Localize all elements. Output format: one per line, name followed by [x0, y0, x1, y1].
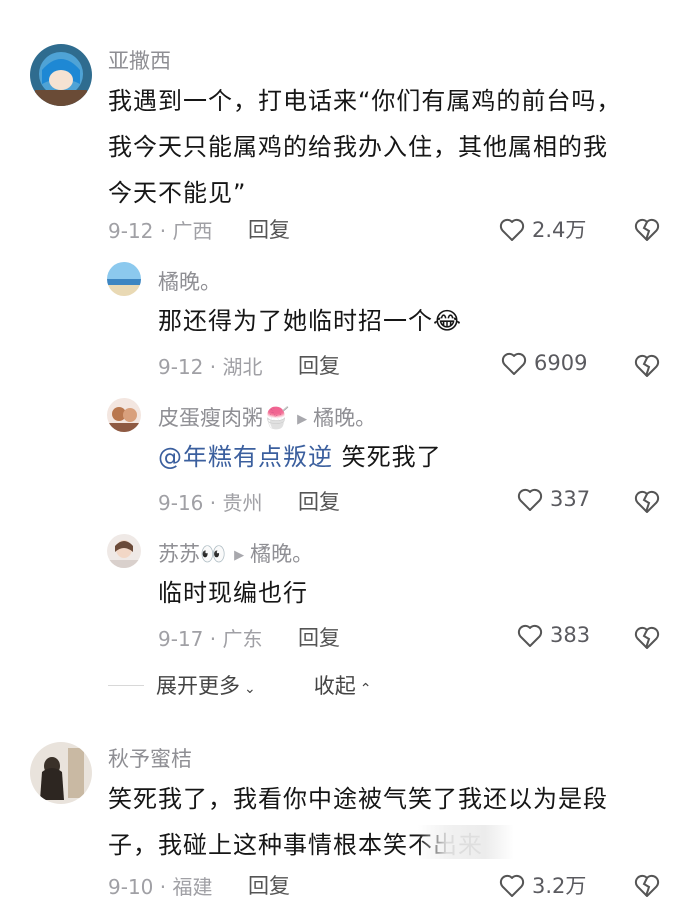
comment-text: 笑死我了，我看你中途被气笑了我还以为是段 子，我碰上这种事情根本笑不出来: [108, 776, 668, 868]
avatar[interactable]: [107, 398, 141, 432]
reply-to-username[interactable]: 橘晚。: [313, 406, 376, 430]
collapse-label: 收起: [313, 674, 356, 698]
broken-heart-icon: [634, 626, 660, 649]
comment-date-location: 9-12 · 湖北: [158, 355, 263, 379]
like-button[interactable]: 3.2万: [498, 870, 586, 900]
comment-text-line: 我遇到一个，打电话来“你们有属鸡的前台吗，: [108, 87, 622, 115]
comment-text-line: 笑死我了，我看你中途被气笑了我还以为是段: [108, 785, 608, 813]
comment-text: 我遇到一个，打电话来“你们有属鸡的前台吗， 我今天只能属鸡的给我办入住，其他属相…: [108, 78, 668, 216]
comment-text-line: 子，我碰上这种事情根本笑不出来: [108, 831, 483, 859]
comment-username[interactable]: 亚撒西: [108, 45, 171, 75]
divider: [108, 684, 144, 686]
comment-text-line: 临时现编也行: [158, 579, 308, 607]
comment-username[interactable]: 秋予蜜桔: [108, 743, 192, 773]
comment-username[interactable]: 橘晚。: [158, 266, 221, 296]
like-count: 2.4万: [532, 218, 587, 242]
comment-date-location: 9-17 · 广东: [158, 627, 263, 651]
dislike-button[interactable]: [633, 623, 661, 651]
dislike-button[interactable]: [633, 871, 661, 899]
comment-text-line: 我今天只能属鸡的给我办入住，其他属相的我: [108, 133, 608, 161]
like-count: 3.2万: [532, 874, 587, 898]
like-button[interactable]: 6909: [500, 350, 587, 376]
comment-text: @年糕有点叛逆 笑死我了: [158, 434, 638, 480]
comment-text-line: 今天不能见”: [108, 179, 247, 207]
comment-username[interactable]: 皮蛋瘦肉粥🍧 ▶ 橘晚。: [158, 402, 376, 432]
reply-to-username[interactable]: 橘晚。: [250, 542, 313, 566]
avatar[interactable]: [30, 44, 92, 106]
broken-heart-icon: [634, 354, 660, 377]
comment-text-line: 那还得为了她临时招一个: [158, 307, 433, 335]
broken-heart-icon: [634, 490, 660, 513]
chevron-down-icon: ⌄: [244, 681, 256, 697]
reply-arrow-icon: ▶: [297, 412, 308, 427]
comment-text-line: 笑死我了: [333, 443, 442, 471]
reply-button[interactable]: 回复: [298, 350, 340, 380]
mention-link[interactable]: @年糕有点叛逆: [158, 443, 333, 471]
like-button[interactable]: 383: [516, 622, 590, 648]
expand-more-button[interactable]: 展开更多 ⌄: [156, 670, 256, 700]
expand-more-label: 展开更多: [156, 674, 240, 698]
heart-icon: [517, 488, 543, 511]
avatar[interactable]: [107, 262, 141, 296]
eyes-emoji-icon: 👀: [200, 542, 227, 566]
like-button[interactable]: 2.4万: [498, 214, 586, 244]
shaved-ice-emoji-icon: 🍧: [263, 406, 290, 430]
username-text: 皮蛋瘦肉粥: [158, 406, 263, 430]
username-text: 苏苏: [158, 542, 200, 566]
reply-arrow-icon: ▶: [234, 548, 245, 563]
like-count: 6909: [534, 351, 588, 375]
reply-button[interactable]: 回复: [298, 622, 340, 652]
like-count: 337: [550, 487, 591, 511]
broken-heart-icon: [634, 874, 660, 897]
replies-toggle-row: 展开更多 ⌄ 收起 ⌃: [108, 668, 371, 702]
reply-button[interactable]: 回复: [248, 214, 290, 244]
heart-icon: [499, 874, 525, 897]
heart-icon: [501, 352, 527, 375]
collapse-button[interactable]: 收起 ⌃: [314, 670, 372, 700]
heart-icon: [517, 624, 543, 647]
avatar[interactable]: [107, 534, 141, 568]
watermark-blur: [418, 825, 514, 859]
chevron-up-icon: ⌃: [359, 681, 372, 697]
comment-date-location: 9-12 · 广西: [108, 219, 213, 243]
comment-username[interactable]: 苏苏👀 ▶ 橘晚。: [158, 538, 313, 568]
comment-date-location: 9-16 · 贵州: [158, 491, 263, 515]
comment-text: 临时现编也行: [158, 570, 638, 616]
avatar[interactable]: [30, 742, 92, 804]
like-count: 383: [550, 623, 591, 647]
comment-text: 那还得为了她临时招一个😂: [158, 298, 638, 344]
reply-button[interactable]: 回复: [248, 870, 290, 900]
reply-button[interactable]: 回复: [298, 486, 340, 516]
comment-date-location: 9-10 · 福建: [108, 875, 213, 899]
like-button[interactable]: 337: [516, 486, 590, 512]
dislike-button[interactable]: [633, 215, 661, 243]
heart-icon: [499, 218, 525, 241]
laughing-emoji-icon: 😂: [433, 307, 463, 335]
dislike-button[interactable]: [633, 487, 661, 515]
dislike-button[interactable]: [633, 351, 661, 379]
broken-heart-icon: [634, 218, 660, 241]
